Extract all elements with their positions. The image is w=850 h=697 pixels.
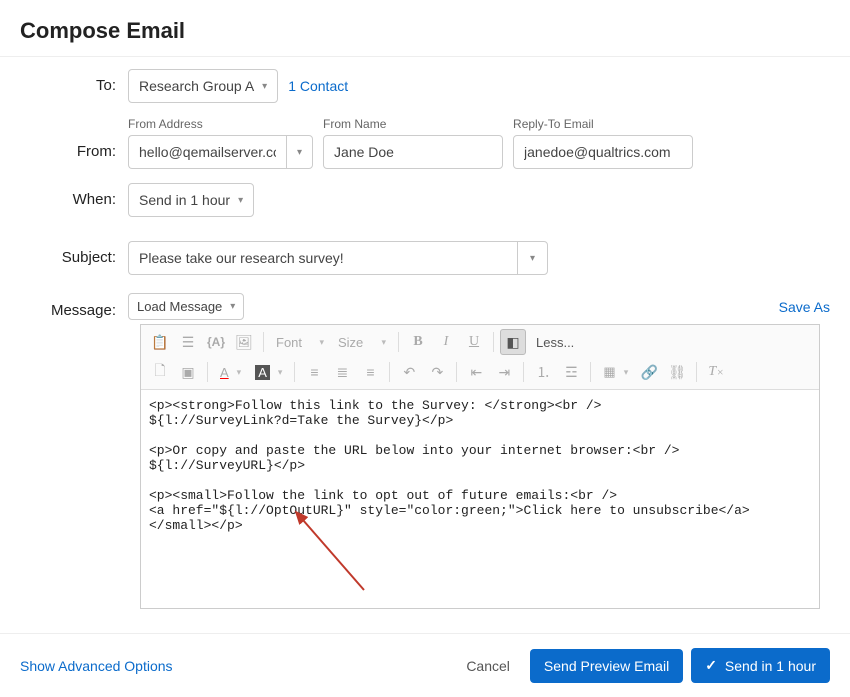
chevron-down-icon: ▾ [230,301,235,312]
contact-count-link[interactable]: 1 Contact [288,78,348,94]
from-address-dropdown[interactable]: ▾ [286,135,313,169]
align-center-icon[interactable]: ≣ [329,359,355,385]
size-dropdown[interactable]: Size▾ [332,335,392,350]
when-select[interactable]: Send in 1 hour ▾ [128,183,254,217]
send-preview-button[interactable]: Send Preview Email [530,649,683,683]
undo-icon[interactable]: ↶ [396,359,422,385]
when-value: Send in 1 hour [139,192,230,208]
message-body-textarea[interactable]: <p><strong>Follow this link to the Surve… [141,390,819,608]
label-when: When: [20,183,128,208]
row-from: From: From Address ▾ From Name R [20,117,830,169]
clipboard-icon[interactable]: 📋 [147,329,173,355]
row-when: When: Send in 1 hour ▾ [20,183,830,217]
bullet-list-icon[interactable]: ☲ [558,359,584,385]
cancel-button[interactable]: Cancel [454,650,522,682]
image-icon[interactable]: 🖼 [231,329,257,355]
header: Compose Email [0,0,850,57]
link-icon[interactable]: 🔗 [636,359,662,385]
unlink-icon[interactable]: ⛓ [664,359,690,385]
row-message: Message: Load Message ▾ Save As [20,293,830,320]
preview-icon[interactable]: ▣ [175,359,201,385]
piped-text-icon[interactable]: {A} [203,329,229,355]
list-icon[interactable]: ☰ [175,329,201,355]
label-message: Message: [20,294,128,319]
check-icon: ✓ [705,657,717,674]
table-dropdown[interactable]: ▦▾ [597,364,634,380]
subject-dropdown[interactable]: ▾ [517,241,548,275]
to-select-value: Research Group A [139,78,254,94]
reply-to-input[interactable] [513,135,693,169]
advanced-options-link[interactable]: Show Advanced Options [20,658,173,674]
chevron-down-icon: ▾ [530,253,535,264]
align-left-icon[interactable]: ≡ [301,359,327,385]
chevron-down-icon: ▾ [297,147,302,158]
remove-format-icon[interactable]: T× [703,359,729,385]
bg-color-dropdown[interactable]: A▾ [249,365,288,380]
send-button[interactable]: ✓ Send in 1 hour [691,648,830,683]
row-subject: Subject: ▾ [20,241,830,275]
label-from: From: [20,117,128,160]
bold-icon[interactable]: B [405,329,431,355]
page-title: Compose Email [20,18,830,44]
indent-icon[interactable]: ⇥ [491,359,517,385]
source-icon[interactable]: ◧ [500,329,526,355]
from-name-input[interactable] [323,135,503,169]
load-message-select[interactable]: Load Message ▾ [128,293,244,320]
align-right-icon[interactable]: ≡ [357,359,383,385]
save-as-link[interactable]: Save As [779,299,830,315]
from-address-input[interactable] [128,135,286,169]
file-icon[interactable]: 🗋 [147,359,173,385]
load-message-value: Load Message [137,299,222,314]
less-toggle[interactable]: Less... [528,335,582,350]
outdent-icon[interactable]: ⇤ [463,359,489,385]
chevron-down-icon: ▾ [238,195,243,206]
from-address-label: From Address [128,117,313,131]
label-to: To: [20,69,128,94]
italic-icon[interactable]: I [433,329,459,355]
numbered-list-icon[interactable]: ⒈ [530,359,556,385]
underline-icon[interactable]: U [461,329,487,355]
redo-icon[interactable]: ↷ [424,359,450,385]
font-dropdown[interactable]: Font▾ [270,335,330,350]
reply-to-label: Reply-To Email [513,117,693,131]
chevron-down-icon: ▾ [262,81,267,92]
to-select[interactable]: Research Group A ▾ [128,69,278,103]
editor-toolbar: 📋 ☰ {A} 🖼 Font▾ Size▾ B I U ◧ Less... 🗋 … [141,325,819,390]
from-name-label: From Name [323,117,503,131]
footer: Show Advanced Options Cancel Send Previe… [0,633,850,697]
message-editor: 📋 ☰ {A} 🖼 Font▾ Size▾ B I U ◧ Less... 🗋 … [140,324,820,609]
text-color-dropdown[interactable]: A▾ [214,365,247,380]
subject-input[interactable] [128,241,517,275]
send-button-label: Send in 1 hour [725,658,816,674]
row-to: To: Research Group A ▾ 1 Contact [20,69,830,103]
label-subject: Subject: [20,241,128,266]
